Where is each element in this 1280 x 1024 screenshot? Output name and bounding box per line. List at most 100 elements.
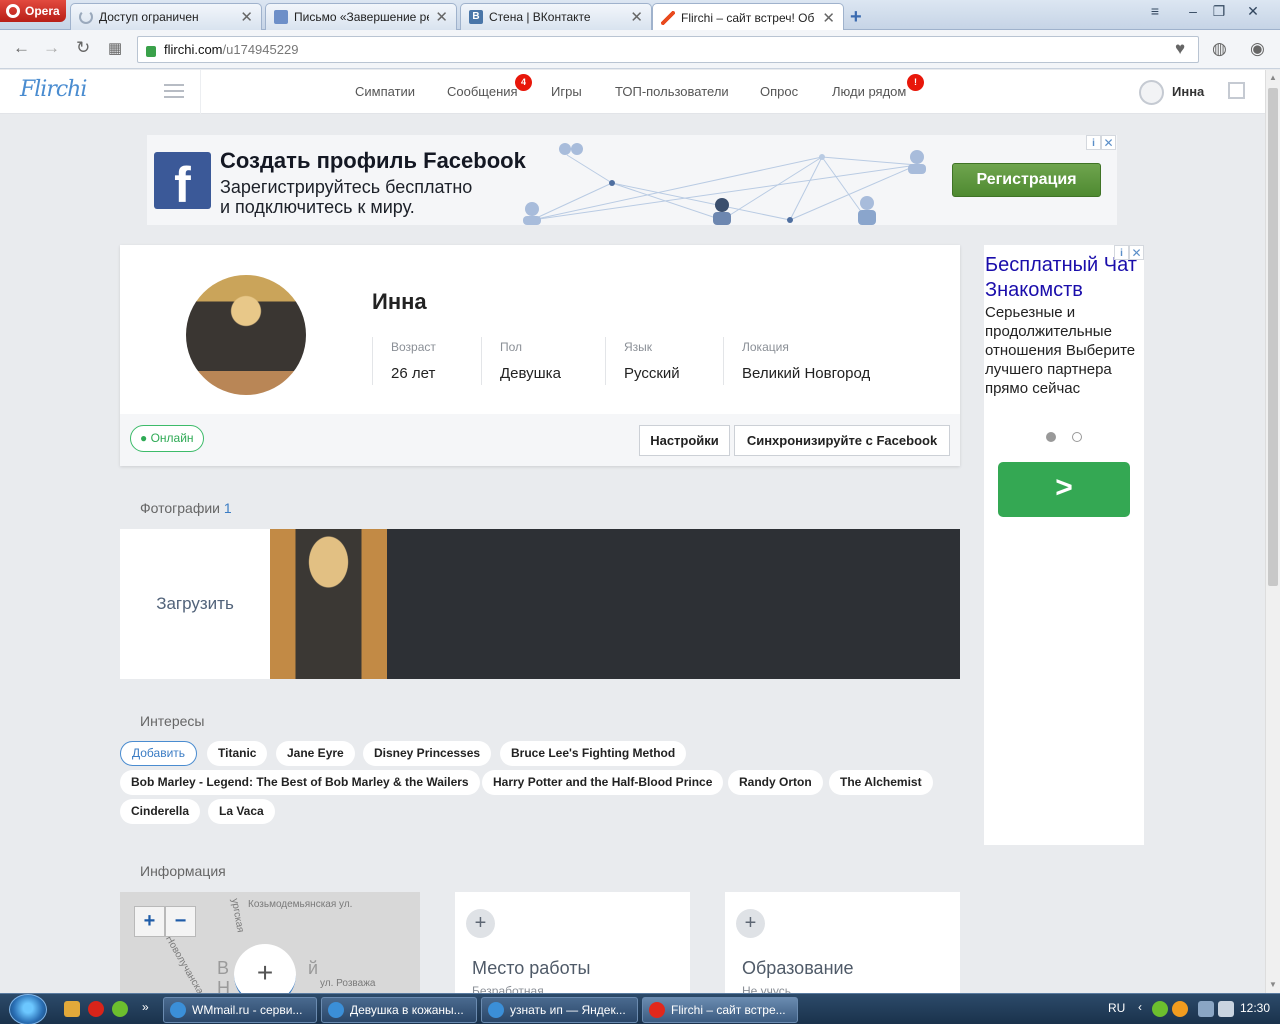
- nav-likes[interactable]: Симпатии: [355, 84, 415, 99]
- taskbar-item[interactable]: Девушка в кожаны...: [321, 997, 477, 1023]
- icq-icon[interactable]: [112, 1001, 128, 1017]
- tab-close-icon[interactable]: ✕: [240, 8, 253, 26]
- taskbar-item-active[interactable]: Flirchi – сайт встре...: [642, 997, 798, 1023]
- icq-tray-icon[interactable]: [1152, 1001, 1168, 1017]
- facebook-banner-ad[interactable]: f Создать профиль Facebook Зарегистрируй…: [147, 135, 1117, 225]
- nav-messages[interactable]: Сообщения: [447, 84, 518, 99]
- opera-menu-button[interactable]: Opera: [0, 0, 66, 22]
- add-interest-button[interactable]: Добавить: [120, 741, 198, 766]
- ad-info-icon[interactable]: i: [1114, 245, 1129, 260]
- flirchi-logo[interactable]: Flirchi: [20, 77, 87, 102]
- interest-tag[interactable]: Bob Marley - Legend: The Best of Bob Mar…: [120, 770, 480, 795]
- language-indicator[interactable]: RU: [1108, 1001, 1125, 1015]
- hamburger-menu-icon[interactable]: [164, 84, 184, 98]
- field-label: Локация: [742, 340, 789, 354]
- media-player-icon[interactable]: [64, 1001, 80, 1017]
- add-education-icon[interactable]: +: [736, 909, 765, 938]
- tab-title: Письмо «Завершение ре: [294, 10, 430, 24]
- side-ad-next-button[interactable]: >: [998, 462, 1130, 517]
- tray-expand-icon[interactable]: ‹: [1138, 1000, 1142, 1014]
- facebook-logo-icon: f: [154, 152, 211, 213]
- expand-icon[interactable]: [1228, 82, 1245, 99]
- tab-vk[interactable]: B Стена | ВКонтакте ✕: [460, 3, 652, 30]
- minimize-icon[interactable]: –: [1180, 2, 1206, 22]
- bookmark-heart-icon[interactable]: ♥: [1175, 39, 1185, 59]
- sync-icon[interactable]: ◍: [1212, 39, 1227, 59]
- carousel-dot[interactable]: [1072, 432, 1082, 442]
- volume-icon[interactable]: [1218, 1001, 1234, 1017]
- address-bar[interactable]: flirchi.com /u174945229: [137, 36, 1199, 63]
- reload-icon[interactable]: ↻: [76, 38, 90, 58]
- taskbar-item[interactable]: узнать ип — Яндек...: [481, 997, 638, 1023]
- interest-tag[interactable]: Bruce Lee's Fighting Method: [500, 741, 687, 766]
- interest-tag[interactable]: Harry Potter and the Half-Blood Prince: [482, 770, 724, 795]
- work-card[interactable]: + Место работы Безработная: [455, 892, 690, 993]
- sync-facebook-button[interactable]: Синхронизируйте с Facebook: [734, 425, 950, 456]
- photos-count[interactable]: 1: [224, 500, 232, 516]
- tab-close-icon[interactable]: ✕: [630, 8, 643, 26]
- network-illustration: [523, 143, 926, 225]
- vk-icon: B: [469, 10, 483, 24]
- interest-tag[interactable]: Jane Eyre: [276, 741, 355, 766]
- add-location-button[interactable]: +: [234, 944, 296, 993]
- interest-tag[interactable]: Disney Princesses: [363, 741, 492, 766]
- back-icon[interactable]: ←: [13, 38, 30, 58]
- interest-tag[interactable]: Randy Orton: [728, 770, 823, 795]
- profile-photo[interactable]: [186, 275, 306, 395]
- photo-thumbnail[interactable]: [270, 529, 387, 679]
- tab-menu-icon[interactable]: ≡: [1142, 2, 1168, 22]
- add-work-icon[interactable]: +: [466, 909, 495, 938]
- upload-photo-button[interactable]: Загрузить: [120, 529, 270, 679]
- side-ad[interactable]: Бесплатный Чат Знакомств Серьезные и про…: [984, 245, 1144, 845]
- windows-start-icon[interactable]: [9, 994, 47, 1024]
- ad-info-icon[interactable]: i: [1086, 135, 1101, 150]
- tab-flirchi[interactable]: Flirchi – сайт встреч! Об ✕: [652, 3, 844, 31]
- interest-tag[interactable]: Cinderella: [120, 799, 201, 824]
- speed-dial-icon[interactable]: ▦: [108, 39, 122, 57]
- browser-tab-bar: Opera Доступ ограничен ✕ Письмо «Заверше…: [0, 0, 1280, 31]
- photos-section-title: Фотографии 1: [140, 500, 232, 516]
- scroll-up-icon[interactable]: ▲: [1269, 73, 1277, 82]
- settings-button[interactable]: Настройки: [639, 425, 730, 456]
- map-zoom-out-button[interactable]: −: [165, 906, 196, 937]
- interest-tag[interactable]: La Vaca: [208, 799, 275, 824]
- header-user-name[interactable]: Инна: [1172, 84, 1204, 99]
- network-icon[interactable]: [1198, 1001, 1214, 1017]
- user-avatar[interactable]: [1139, 80, 1164, 105]
- fb-register-button[interactable]: Регистрация: [952, 163, 1101, 197]
- interest-tag[interactable]: The Alchemist: [829, 770, 933, 795]
- nav-people-nearby[interactable]: Люди рядом: [832, 84, 906, 99]
- yandex-icon[interactable]: [88, 1001, 104, 1017]
- location-map[interactable]: Козьмодемьянская ул. ул. Розважа Новолуч…: [120, 892, 420, 993]
- nav-poll[interactable]: Опрос: [760, 84, 798, 99]
- new-tab-icon[interactable]: +: [850, 6, 862, 29]
- map-zoom-in-button[interactable]: +: [134, 906, 165, 937]
- taskbar-item-label: Девушка в кожаны...: [350, 1003, 464, 1017]
- field-label: Язык: [624, 340, 653, 354]
- maximize-icon[interactable]: ❐: [1206, 2, 1232, 22]
- education-card[interactable]: + Образование Не учусь: [725, 892, 960, 993]
- tab-close-icon[interactable]: ✕: [822, 9, 835, 27]
- taskbar-item[interactable]: WMmail.ru - серви...: [163, 997, 317, 1023]
- scroll-down-icon[interactable]: ▼: [1269, 980, 1277, 989]
- nav-top-users[interactable]: ТОП-пользователи: [615, 84, 729, 99]
- tab-access-restricted[interactable]: Доступ ограничен ✕: [70, 3, 262, 30]
- quicklaunch-more-icon[interactable]: »: [142, 1000, 149, 1014]
- clock[interactable]: 12:30: [1240, 1001, 1270, 1015]
- scroll-thumb[interactable]: [1268, 88, 1278, 586]
- profile-field-age: Возраст 26 лет: [372, 337, 436, 385]
- taskbar-item-label: узнать ип — Яндек...: [510, 1003, 626, 1017]
- carousel-dot-active[interactable]: [1046, 432, 1056, 442]
- nav-games[interactable]: Игры: [551, 84, 582, 99]
- forward-icon[interactable]: →: [43, 38, 60, 58]
- page-scrollbar[interactable]: ▲ ▼: [1265, 70, 1280, 993]
- tab-mail[interactable]: Письмо «Завершение ре ✕: [265, 3, 457, 30]
- tray-app-icon[interactable]: [1172, 1001, 1188, 1017]
- account-icon[interactable]: ◉: [1250, 39, 1265, 59]
- tab-close-icon[interactable]: ✕: [435, 8, 448, 26]
- ad-close-icon[interactable]: ✕: [1129, 245, 1144, 260]
- ad-close-icon[interactable]: ✕: [1101, 135, 1116, 150]
- interest-tag[interactable]: Titanic: [207, 741, 268, 766]
- close-window-icon[interactable]: ✕: [1240, 2, 1266, 22]
- ie-icon: [170, 1002, 186, 1018]
